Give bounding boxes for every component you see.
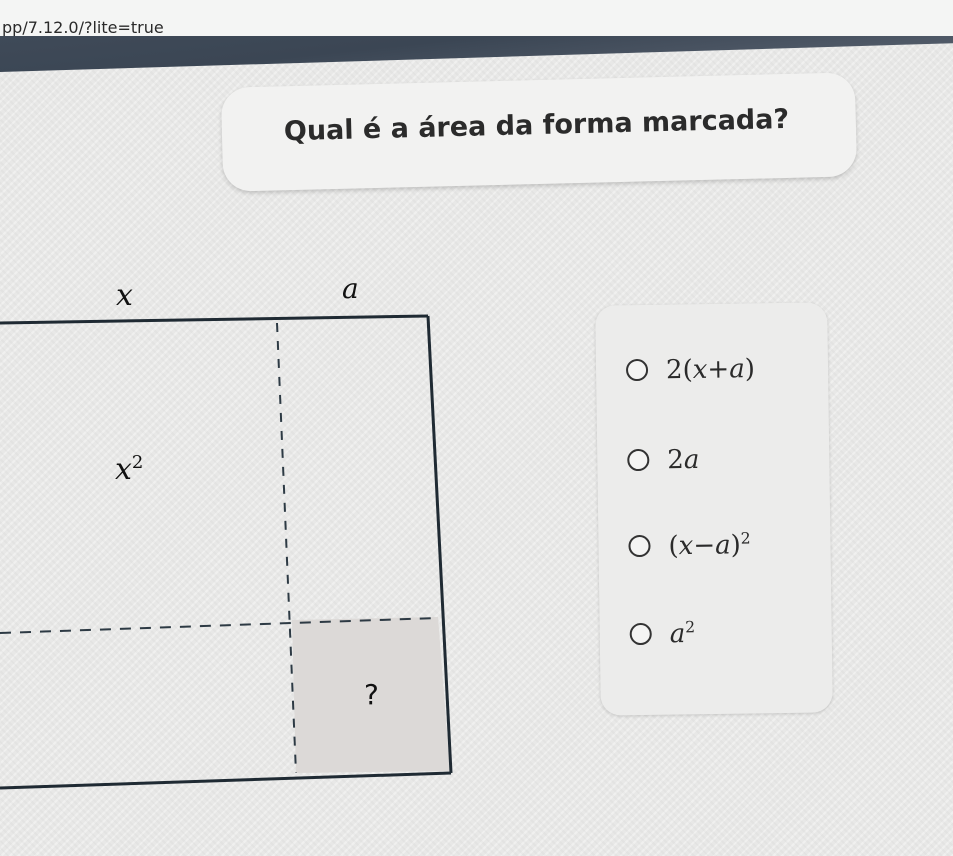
- question-card: Qual é a área da forma marcada?: [220, 72, 858, 192]
- option-1-label: 2a: [667, 444, 700, 476]
- radio-circle-icon[interactable]: [627, 449, 650, 472]
- label-inner-var: x: [115, 452, 132, 487]
- option-3-label: a2: [669, 618, 696, 650]
- radio-circle-icon[interactable]: [628, 535, 651, 558]
- question-text: Qual é a área da forma marcada?: [283, 103, 790, 148]
- option-0[interactable]: 2(x+a): [625, 353, 756, 386]
- label-top-right: a: [342, 272, 359, 305]
- label-inner-exp: 2: [131, 452, 144, 473]
- figure-drawing: [0, 314, 453, 790]
- label-top-left: x: [116, 278, 133, 313]
- area-figure: x a x2 ?: [0, 268, 470, 808]
- option-2[interactable]: (x−a)2: [628, 529, 751, 561]
- option-2-label: (x−a)2: [668, 529, 751, 562]
- url-text[interactable]: pp/7.12.0/?lite=true: [2, 18, 164, 37]
- label-inner-area: x2: [115, 452, 143, 487]
- answer-options-card: 2(x+a) 2a (x−a)2 a2: [595, 302, 833, 716]
- dashed-vertical-divider: [276, 322, 297, 774]
- outer-top-edge: [0, 314, 429, 325]
- outer-bottom-edge: [0, 771, 452, 790]
- option-0-label: 2(x+a): [665, 354, 756, 386]
- app-toolbar-strip: [0, 36, 953, 72]
- radio-circle-icon[interactable]: [629, 623, 652, 646]
- option-1[interactable]: 2a: [627, 444, 700, 476]
- radio-circle-icon[interactable]: [625, 359, 649, 382]
- label-marked-region: ?: [364, 678, 379, 711]
- option-3[interactable]: a2: [629, 618, 696, 650]
- browser-address-bar[interactable]: pp/7.12.0/?lite=true: [0, 0, 953, 37]
